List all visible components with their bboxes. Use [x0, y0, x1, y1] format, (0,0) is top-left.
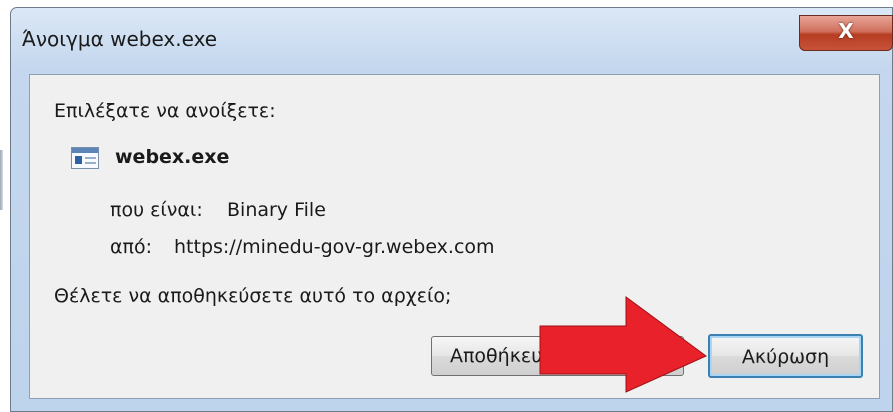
source-url: https://minedu-gov-gr.webex.com — [174, 236, 495, 258]
background-window-edge — [0, 150, 3, 210]
close-icon: X — [838, 19, 854, 43]
cancel-button[interactable]: Ακύρωση — [708, 334, 863, 378]
prompt-text: Επιλέξατε να ανοίξετε: — [54, 100, 276, 122]
file-type-value: Binary File — [227, 199, 326, 221]
close-button[interactable]: X — [799, 15, 893, 51]
file-name: webex.exe — [115, 146, 230, 168]
source-label: από: — [110, 236, 152, 258]
save-button[interactable]: Αποθήκευση — [431, 336, 684, 376]
file-icon — [71, 147, 99, 169]
file-type-label: που είναι: — [110, 199, 203, 221]
save-question: Θέλετε να αποθηκεύσετε αυτό το αρχείο; — [54, 285, 452, 307]
window-title: Άνοιγμα webex.exe — [22, 27, 218, 51]
screenshot: Άνοιγμα webex.exe X Επιλέξατε να ανοίξετ… — [0, 0, 893, 412]
